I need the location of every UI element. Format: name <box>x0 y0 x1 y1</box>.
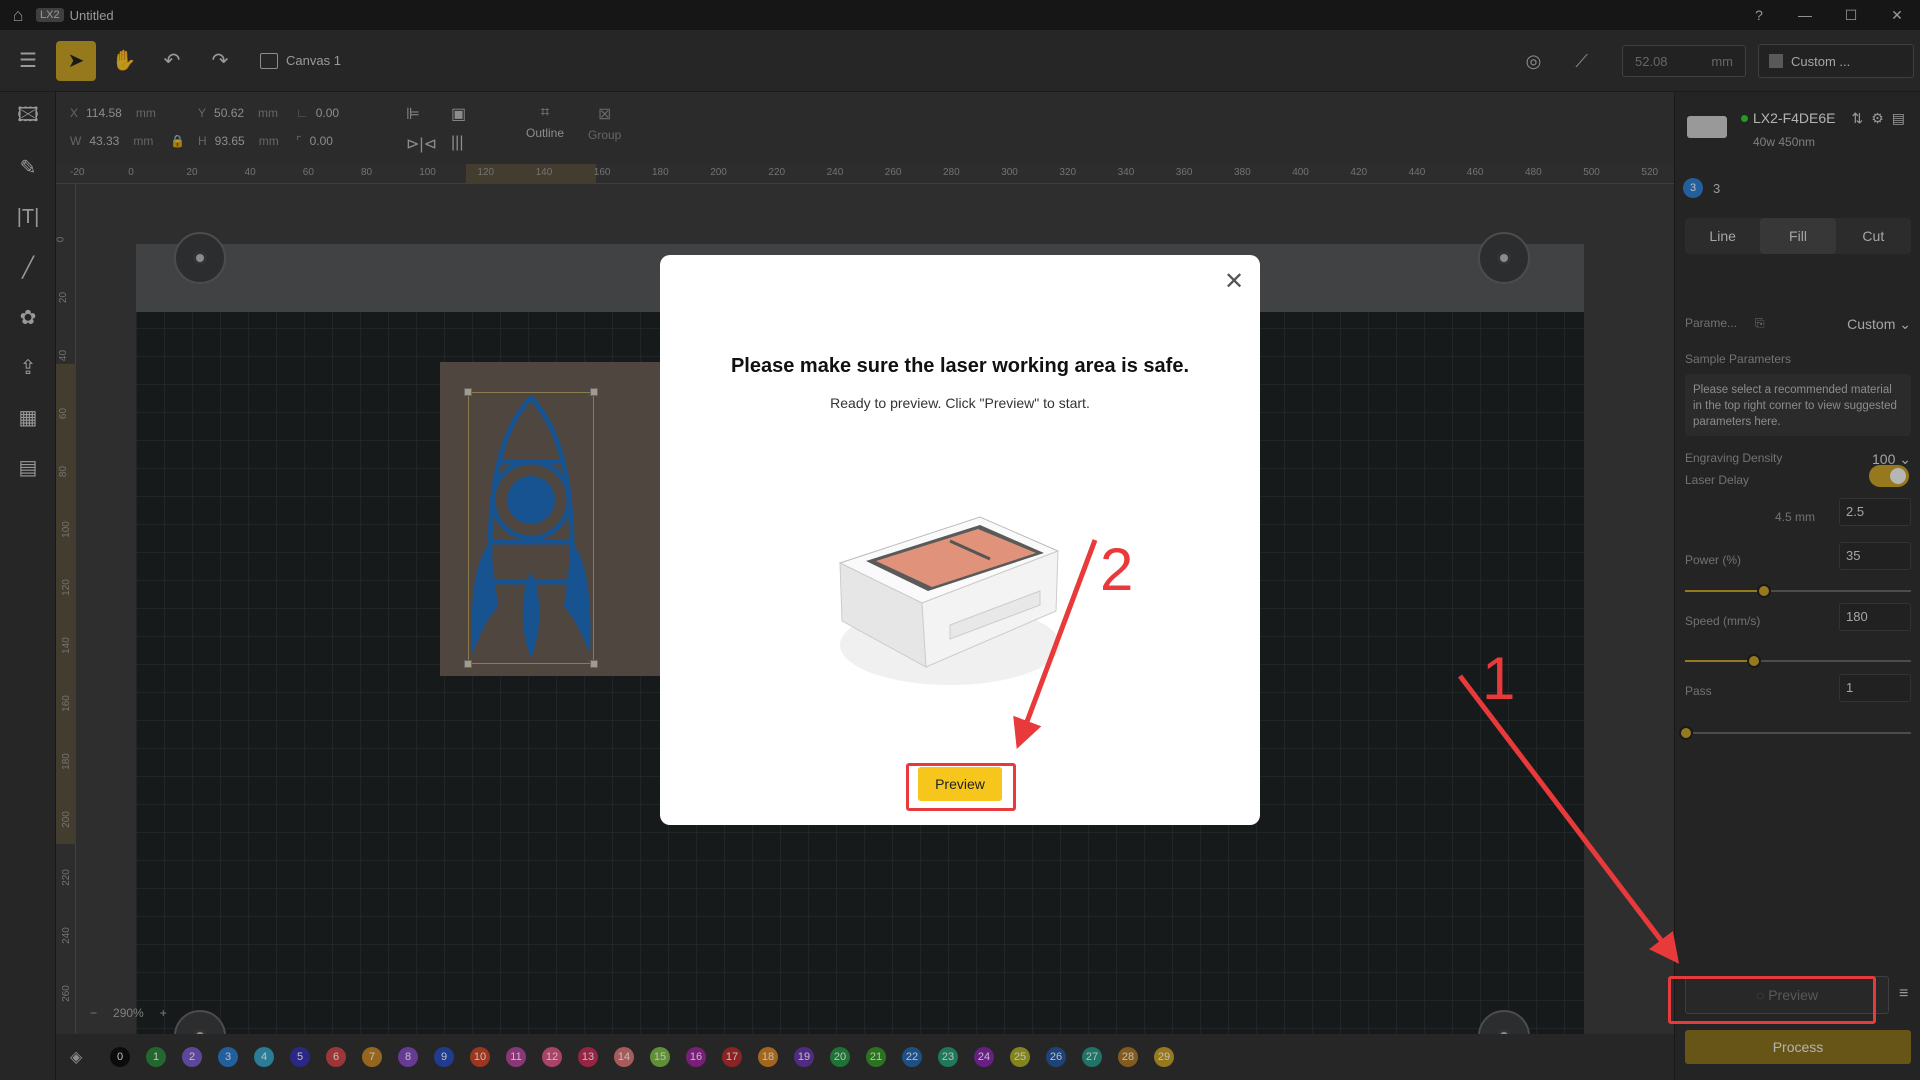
preview-dialog: ✕ Please make sure the laser working are… <box>660 255 1260 825</box>
dialog-description: Ready to preview. Click "Preview" to sta… <box>830 395 1090 411</box>
close-icon[interactable]: ✕ <box>1220 267 1248 295</box>
laser-machine-illustration <box>838 516 1060 685</box>
preview-button[interactable]: Preview <box>918 767 1002 801</box>
dialog-title: Please make sure the laser working area … <box>730 355 1190 377</box>
